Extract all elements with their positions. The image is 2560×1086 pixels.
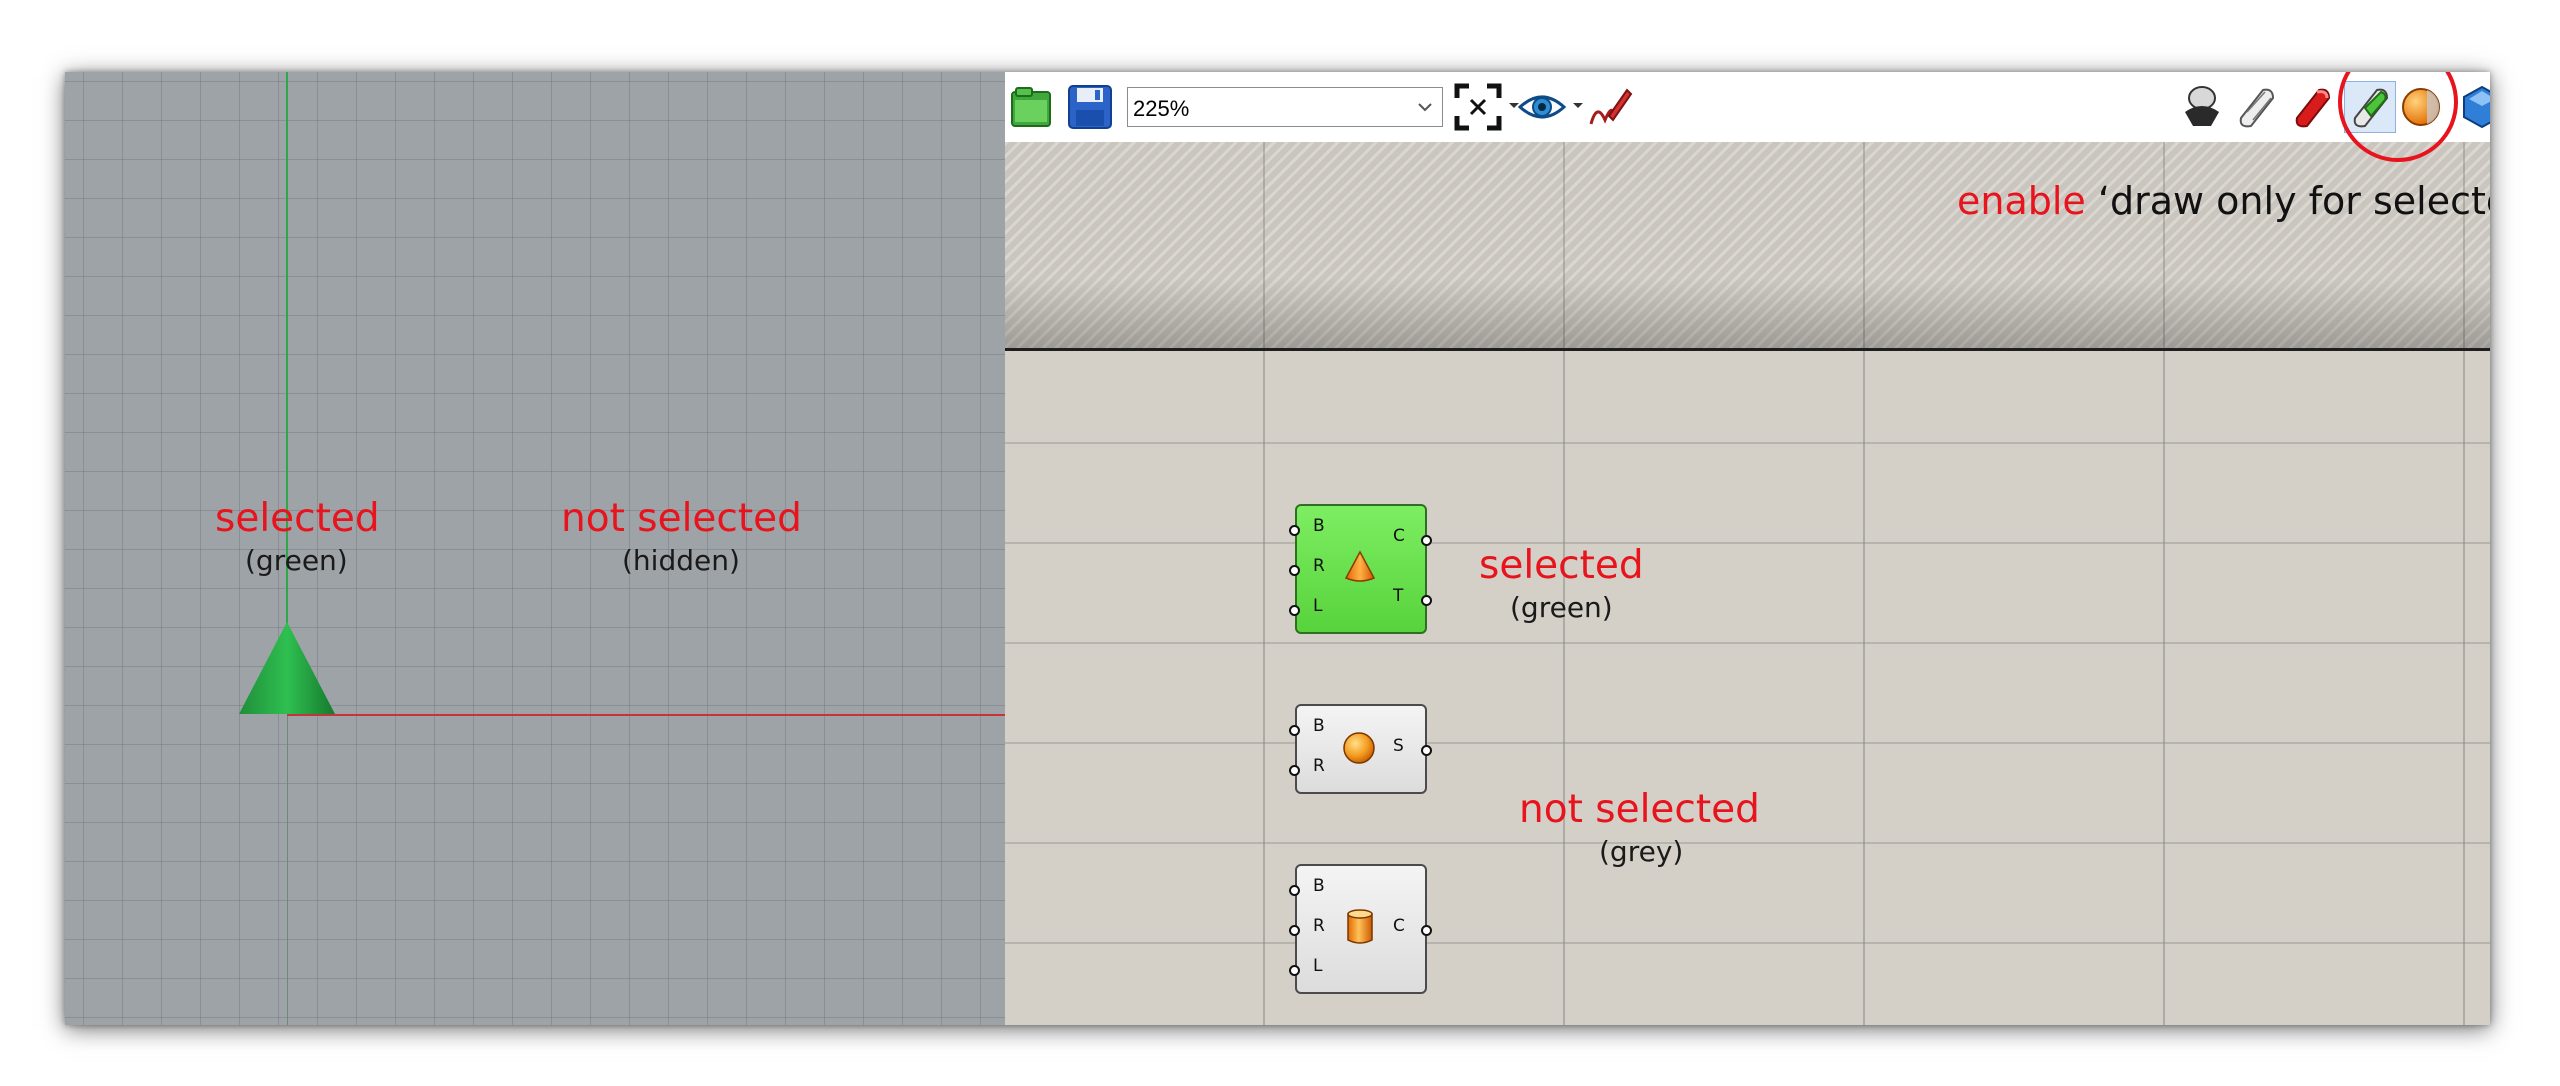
y-axis-line-lower xyxy=(287,714,288,1025)
header-gridline xyxy=(1863,142,1865,348)
header-gridline xyxy=(1563,142,1565,348)
output-grip[interactable] xyxy=(1421,595,1432,606)
canvas-header-band xyxy=(1005,142,2490,351)
cone-geometry[interactable] xyxy=(237,620,337,716)
input-grip[interactable] xyxy=(1289,605,1300,616)
zoom-level-select[interactable]: 225% xyxy=(1127,87,1443,127)
save-icon[interactable] xyxy=(1065,82,1115,132)
input-grip[interactable] xyxy=(1289,965,1300,976)
wireframe-preview-icon[interactable] xyxy=(2231,82,2281,132)
grasshopper-toolbar: 225% xyxy=(1005,72,2490,143)
viewport-not-selected-label: not selected xyxy=(561,496,802,541)
input-port-label: R xyxy=(1313,756,1325,776)
input-port-label: B xyxy=(1313,716,1325,736)
not-selected-sub: (grey) xyxy=(1599,835,1684,868)
output-port-label: S xyxy=(1393,736,1404,756)
not-selected-label: not selected xyxy=(1519,787,1760,832)
input-grip[interactable] xyxy=(1289,525,1300,536)
eye-icon[interactable] xyxy=(1517,82,1567,132)
eye-dropdown-caret[interactable] xyxy=(1573,103,1583,108)
input-grip[interactable] xyxy=(1289,925,1300,936)
zoom-extents-icon[interactable] xyxy=(1453,82,1503,132)
input-grip[interactable] xyxy=(1289,725,1300,736)
preview-off-icon[interactable] xyxy=(2177,82,2227,132)
cone-selected-label: selected xyxy=(1479,543,1644,588)
input-grip[interactable] xyxy=(1289,765,1300,776)
input-port-label: L xyxy=(1313,956,1323,976)
input-port-label: B xyxy=(1313,876,1325,896)
x-axis-line xyxy=(287,714,1005,716)
cone-component[interactable]: B R L C T xyxy=(1295,504,1427,634)
output-port-label: C xyxy=(1393,526,1405,546)
output-port-label: C xyxy=(1393,916,1405,936)
grasshopper-window: 225% enable ‘draw only for select B R L … xyxy=(1005,72,2490,1025)
viewport-selected-label: selected xyxy=(215,496,380,541)
input-port-label: R xyxy=(1313,916,1325,936)
chevron-down-icon xyxy=(1418,103,1432,112)
cone-selected-sub: (green) xyxy=(1510,591,1613,624)
draw-only-selected-annotation: enable ‘draw only for selected’ xyxy=(1957,179,2490,223)
shaded-preview-icon[interactable] xyxy=(2287,82,2337,132)
input-port-label: B xyxy=(1313,516,1325,536)
input-port-label: L xyxy=(1313,596,1323,616)
open-file-icon[interactable] xyxy=(1007,82,1057,132)
input-port-label: R xyxy=(1313,556,1325,576)
zoom-level-value: 225% xyxy=(1133,96,1190,121)
rhino-viewport[interactable]: selected (green) not selected (hidden) xyxy=(65,72,1005,1025)
annotation-enable-word: enable xyxy=(1957,179,2086,223)
cylinder-component[interactable]: B R L C xyxy=(1295,864,1427,994)
screenshot-frame: selected (green) not selected (hidden) 2… xyxy=(65,72,2490,1025)
geometry-display-icon[interactable] xyxy=(2457,82,2490,132)
header-gridline xyxy=(2163,142,2165,348)
grasshopper-canvas[interactable]: enable ‘draw only for selected’ B R L C … xyxy=(1005,142,2490,1025)
header-gridline xyxy=(1263,142,1265,348)
input-grip[interactable] xyxy=(1289,565,1300,576)
output-port-label: T xyxy=(1393,586,1404,606)
viewport-selected-sub: (green) xyxy=(245,544,348,577)
sketch-pen-icon[interactable] xyxy=(1583,82,1633,132)
output-grip[interactable] xyxy=(1421,535,1432,546)
sphere-component-icon xyxy=(1343,732,1375,764)
cone-component-icon xyxy=(1344,550,1376,582)
annotation-quoted-text: ‘draw only for selected’ xyxy=(2097,179,2490,223)
output-grip[interactable] xyxy=(1421,925,1432,936)
y-axis-line xyxy=(286,72,288,714)
viewport-not-selected-sub: (hidden) xyxy=(622,544,740,577)
cylinder-component-icon xyxy=(1347,909,1373,944)
header-gridline xyxy=(2463,142,2465,348)
sphere-component[interactable]: B R S xyxy=(1295,704,1427,794)
output-grip[interactable] xyxy=(1421,745,1432,756)
input-grip[interactable] xyxy=(1289,885,1300,896)
